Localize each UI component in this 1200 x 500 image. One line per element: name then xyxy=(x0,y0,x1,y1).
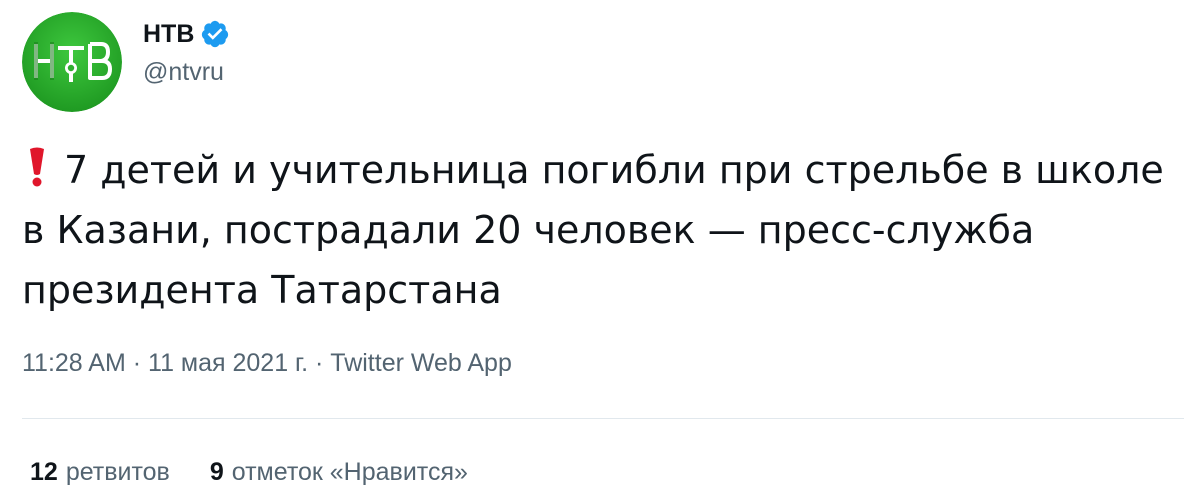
likes-stat[interactable]: 9 отметок «Нравится» xyxy=(210,458,468,487)
author-name-row: НТВ xyxy=(143,17,230,51)
tweet-date[interactable]: 11 мая 2021 г. xyxy=(148,349,308,377)
retweets-count: 12 xyxy=(30,458,58,486)
tweet-card: НТВ @ntvru 7 детей и учительница погибли… xyxy=(0,0,1200,500)
tweet-time[interactable]: 11:28 AM xyxy=(22,349,126,377)
meta-separator: · xyxy=(315,349,331,377)
author-handle[interactable]: @ntvru xyxy=(143,58,224,87)
tweet-source[interactable]: Twitter Web App xyxy=(330,349,512,377)
retweets-stat[interactable]: 12 ретвитов xyxy=(30,458,170,487)
meta-separator: · xyxy=(132,349,149,377)
likes-count: 9 xyxy=(209,458,224,486)
author-display-name[interactable]: НТВ xyxy=(143,20,194,49)
tweet-stats: 12 ретвитов 9 отметок «Нравится» xyxy=(30,458,468,487)
ntv-logo-icon[interactable] xyxy=(22,12,122,112)
likes-label: отметок «Нравится» xyxy=(231,458,468,486)
tweet-text: 7 детей и учительница погибли при стрель… xyxy=(22,140,1172,320)
red-exclamation-icon xyxy=(22,144,52,187)
tweet-meta: 11:28 AM · 11 мая 2021 г. · Twitter Web … xyxy=(22,349,512,378)
divider xyxy=(22,418,1184,419)
verified-badge-icon xyxy=(200,19,230,49)
retweets-label: ретвитов xyxy=(65,458,170,486)
tweet-body: 7 детей и учительница погибли при стрель… xyxy=(22,148,1164,312)
